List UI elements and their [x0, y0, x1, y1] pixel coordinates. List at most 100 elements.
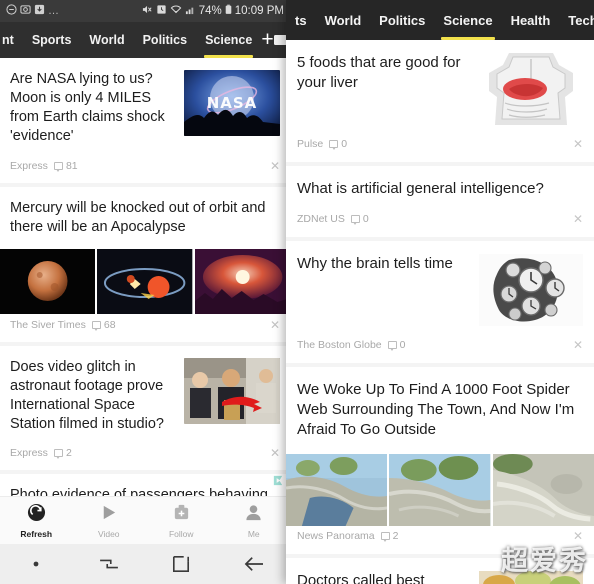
comment-count-group: 2: [53, 447, 72, 460]
wifi-icon: [170, 4, 182, 19]
article-source: Express: [10, 159, 48, 172]
clock-label: 10:09 PM: [234, 5, 284, 17]
circle-minus-icon: [6, 4, 17, 18]
svg-text:NASA: NASA: [207, 94, 258, 112]
add-tab-button[interactable]: +: [261, 22, 273, 58]
bottom-nav-label: Follow: [168, 528, 194, 539]
r-tab-sports-truncated[interactable]: ts: [286, 0, 316, 40]
bottom-nav-video[interactable]: Video: [73, 497, 146, 544]
bottom-nav-label: Me: [247, 528, 260, 539]
comment-bubble-icon: [380, 531, 390, 542]
comment-count-group: 0: [329, 138, 347, 150]
right-article-feed[interactable]: 5 foods that are good for your liver Pul…: [286, 40, 594, 584]
status-right-icons: 74% 10:09 PM: [142, 4, 284, 19]
article-meta: Express 81 ✕: [0, 155, 290, 183]
article-card[interactable]: Mercury will be knocked out of orbit and…: [0, 186, 290, 342]
right-app-window: ts World Politics Science Health Tech 5 …: [286, 0, 594, 584]
comment-count-group: 2: [380, 529, 399, 542]
right-category-tabbar: ts World Politics Science Health Tech: [286, 0, 594, 40]
dismiss-article-icon[interactable]: ✕: [270, 446, 280, 460]
tab-science[interactable]: Science: [196, 22, 261, 58]
r-tab-health[interactable]: Health: [502, 0, 560, 40]
comment-count: 2: [392, 529, 399, 542]
battery-percent-label: 74%: [198, 5, 222, 17]
article-source: The Boston Globe: [297, 338, 382, 351]
watermark-label: 超爱秀: [501, 546, 588, 577]
tab-entertainment-truncated[interactable]: nt: [0, 22, 23, 58]
bottom-nav-me[interactable]: Me: [218, 497, 291, 544]
article-source: ZDNet US: [297, 212, 345, 225]
r-tab-tech[interactable]: Tech: [559, 0, 594, 40]
article-thumbnail-liver-anatomy: [479, 53, 583, 125]
tab-world[interactable]: World: [80, 22, 133, 58]
tab-politics[interactable]: Politics: [134, 22, 196, 58]
dismiss-article-icon[interactable]: ✕: [573, 137, 583, 151]
left-category-tabbar: nt Sports World Politics Science +: [0, 22, 290, 58]
signal-icon: [185, 4, 196, 19]
battery-icon: [225, 4, 232, 19]
download-icon: [34, 4, 45, 18]
app-root: … 74% 10:09 PM nt Sports World Politics …: [0, 0, 594, 584]
home-square-icon[interactable]: [145, 555, 218, 573]
article-headline: Doctors called best products for bowel c…: [297, 571, 425, 584]
recents-icon[interactable]: [73, 556, 146, 572]
bottom-nav-follow[interactable]: Follow: [145, 497, 218, 544]
article-meta: Pulse 0 ✕: [286, 134, 594, 162]
back-arrow-icon[interactable]: [218, 555, 291, 573]
article-meta: Express 2 ✕: [0, 442, 290, 470]
article-source: The Siver Times: [10, 318, 86, 331]
alarm-icon: [156, 4, 167, 19]
article-headline: What is artificial general intelligence?: [297, 180, 544, 197]
comment-bubble-icon: [53, 161, 63, 172]
article-thumbnail-web-river: [286, 453, 388, 526]
article-thumbnail-nasa: NASA: [184, 70, 280, 136]
r-tab-politics[interactable]: Politics: [370, 0, 434, 40]
comment-count: 81: [65, 159, 78, 172]
article-thumbnail-clock-head: [479, 253, 583, 326]
article-headline: Why the brain tells time: [297, 254, 453, 272]
android-system-navbar[interactable]: [0, 544, 290, 584]
r-tab-world[interactable]: World: [316, 0, 371, 40]
article-thumbnail-apocalypse: [194, 248, 290, 314]
left-bottom-navigation[interactable]: Refresh Video Follow Me: [0, 496, 290, 544]
article-image-row: [0, 241, 290, 314]
comment-bubble-icon: [350, 214, 360, 225]
comment-count: 0: [399, 338, 406, 351]
article-thumbnail-web-bushes: [389, 453, 491, 526]
article-headline: Does video glitch in astronaut footage p…: [10, 358, 164, 433]
adchoices-icon[interactable]: [271, 474, 286, 487]
comment-count: 68: [103, 318, 116, 331]
comment-count-group: 81: [53, 159, 78, 172]
article-thumbnail-astronauts: [184, 357, 280, 424]
article-card[interactable]: What is artificial general intelligence?…: [286, 166, 594, 237]
comment-count: 0: [341, 138, 348, 150]
dismiss-article-icon[interactable]: ✕: [270, 159, 280, 173]
article-source: Pulse: [297, 138, 324, 150]
article-card[interactable]: Are NASA lying to us? Moon is only 4 MIL…: [0, 58, 290, 183]
article-source: News Panorama: [297, 529, 375, 542]
comment-count: 0: [362, 212, 369, 225]
article-headline: 5 foods that are good for your liver: [297, 54, 461, 91]
dismiss-article-icon[interactable]: ✕: [573, 212, 583, 226]
article-card[interactable]: Does video glitch in astronaut footage p…: [0, 345, 290, 471]
comment-bubble-icon: [329, 140, 339, 150]
article-meta: ZDNet US 0 ✕: [286, 209, 594, 237]
bottom-nav-refresh[interactable]: Refresh: [0, 497, 73, 544]
refresh-icon: [27, 503, 46, 527]
article-thumbnail-web-closeup: [492, 453, 594, 526]
article-headline: Are NASA lying to us? Moon is only 4 MIL…: [10, 71, 165, 145]
tab-sports[interactable]: Sports: [23, 22, 81, 58]
comment-count: 2: [65, 447, 72, 460]
r-tab-science[interactable]: Science: [434, 0, 501, 40]
article-card[interactable]: We Woke Up To Find A 1000 Foot Spider We…: [286, 366, 594, 554]
bottom-nav-label: Video: [97, 528, 120, 539]
comment-bubble-icon: [91, 320, 101, 331]
dismiss-article-icon[interactable]: ✕: [270, 318, 280, 332]
article-card[interactable]: 5 foods that are good for your liver Pul…: [286, 40, 594, 162]
dismiss-article-icon[interactable]: ✕: [573, 338, 583, 352]
comment-count-group: 0: [350, 212, 369, 225]
dot-icon[interactable]: [0, 560, 73, 568]
article-meta: The Boston Globe 0 ✕: [286, 335, 594, 363]
article-card[interactable]: Why the brain tells time The Boston Glob…: [286, 240, 594, 363]
comment-count-group: 0: [387, 338, 406, 351]
